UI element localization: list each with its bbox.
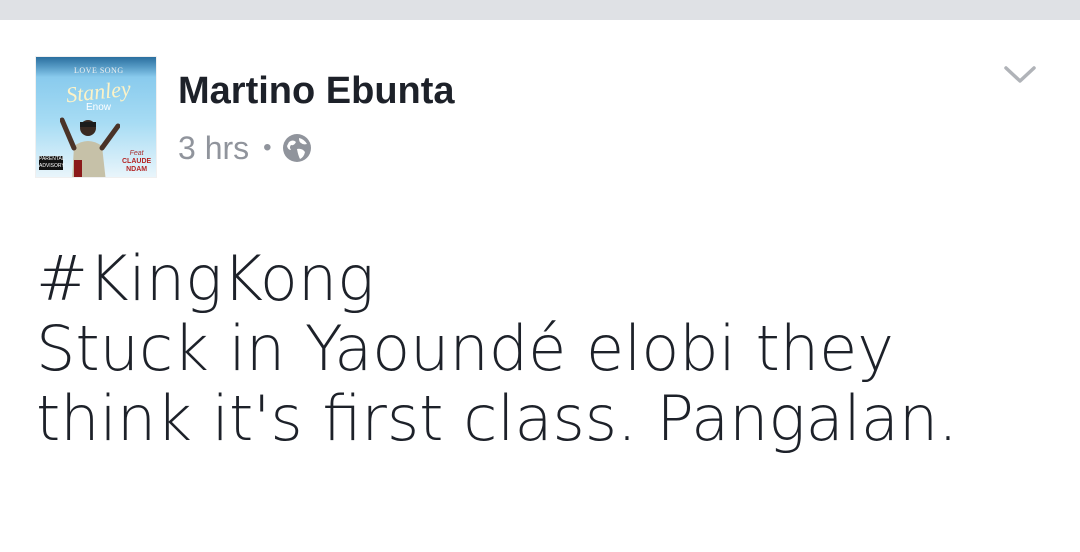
top-strip [0, 0, 1080, 20]
avatar-feat-label: Feat [129, 150, 144, 157]
post-line-2: Stuck in Yaoundé elobi they [36, 312, 894, 385]
advisory-badge-icon: PARENTAL ADVISORY [39, 156, 65, 170]
post-hashtag[interactable]: #KingKong [36, 244, 1056, 314]
post-text: #KingKong Stuck in Yaoundé elobi they th… [36, 244, 1056, 454]
avatar[interactable]: LOVE SONG Stanley Enow PARENTAL ADVISORY … [36, 57, 156, 177]
avatar-feat-name-2: NDAM [126, 166, 148, 173]
globe-icon[interactable] [282, 133, 312, 163]
chevron-down-icon[interactable] [1000, 62, 1040, 86]
author-name[interactable]: Martino Ebunta [178, 70, 455, 113]
meta-separator: • [263, 134, 272, 161]
avatar-figure-icon [60, 117, 120, 177]
avatar-top-text: LOVE SONG [74, 66, 124, 75]
post-meta: 3 hrs • [178, 128, 312, 168]
post-line-3: think it's first class. Pangalan. [36, 382, 958, 455]
avatar-feat: Feat CLAUDE NDAM [122, 150, 151, 174]
avatar-feat-name-1: CLAUDE [122, 158, 152, 165]
post-card: LOVE SONG Stanley Enow PARENTAL ADVISORY … [0, 20, 1080, 552]
post-timestamp[interactable]: 3 hrs [178, 130, 249, 167]
